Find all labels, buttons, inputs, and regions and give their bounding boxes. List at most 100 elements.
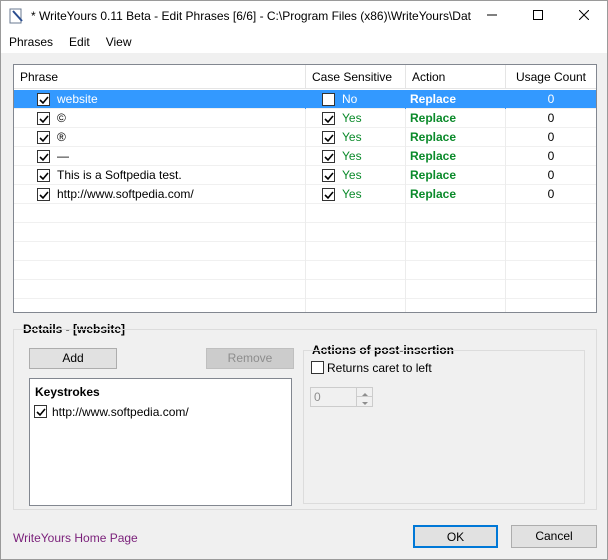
- window-title: * WriteYours 0.11 Beta - Edit Phrases [6…: [31, 9, 471, 23]
- column-header-phrase[interactable]: Phrase: [14, 65, 306, 89]
- caret-spinner[interactable]: 0: [310, 387, 373, 407]
- case-sensitive-text: Yes: [342, 130, 362, 144]
- case-sensitive-cell[interactable]: Yes: [306, 109, 406, 128]
- spinner-value[interactable]: 0: [314, 390, 321, 404]
- empty-cell: [406, 280, 506, 299]
- maximize-button[interactable]: [515, 1, 561, 31]
- usage-count-cell: 0: [547, 111, 555, 125]
- action-cell[interactable]: Replace: [406, 147, 506, 166]
- column-header-usage-count[interactable]: Usage Count: [506, 65, 596, 89]
- case-sensitive-text: Yes: [342, 168, 362, 182]
- case-sensitive-checkbox[interactable]: [322, 150, 335, 163]
- empty-cell: [306, 280, 406, 299]
- phrase-text: ®: [57, 130, 66, 144]
- action-cell[interactable]: Replace: [406, 128, 506, 147]
- case-sensitive-text: Yes: [342, 187, 362, 201]
- empty-cell: [406, 242, 506, 261]
- case-sensitive-checkbox[interactable]: [322, 131, 335, 144]
- phrase-enabled-checkbox[interactable]: [37, 131, 50, 144]
- table-row[interactable]: — Yes Replace 0: [14, 147, 596, 166]
- minimize-button[interactable]: [469, 1, 515, 31]
- keystroke-checkbox[interactable]: [34, 405, 47, 418]
- phrase-enabled-checkbox[interactable]: [37, 112, 50, 125]
- returns-caret-checkbox[interactable]: [311, 361, 324, 374]
- check-icon: [39, 96, 49, 105]
- case-sensitive-text: Yes: [342, 149, 362, 163]
- cancel-button[interactable]: Cancel: [511, 525, 597, 548]
- phrase-enabled-checkbox[interactable]: [37, 188, 50, 201]
- add-button[interactable]: Add: [29, 348, 117, 369]
- keystrokes-title: Keystrokes: [35, 385, 100, 399]
- check-icon: [36, 408, 46, 417]
- case-sensitive-checkbox[interactable]: [322, 188, 335, 201]
- check-icon: [324, 191, 334, 200]
- case-sensitive-checkbox[interactable]: [322, 93, 335, 106]
- case-sensitive-checkbox[interactable]: [322, 169, 335, 182]
- action-cell[interactable]: Replace: [406, 90, 506, 109]
- menu-view[interactable]: View: [98, 35, 140, 49]
- menu-bar: Phrases Edit View: [1, 31, 607, 53]
- chevron-down-icon: [362, 402, 368, 405]
- table-row[interactable]: http://www.softpedia.com/Yes Replace 0: [14, 185, 596, 204]
- title-bar[interactable]: * WriteYours 0.11 Beta - Edit Phrases [6…: [1, 1, 607, 31]
- usage-count-cell: 0: [547, 187, 555, 201]
- empty-row: [14, 261, 596, 280]
- empty-cell: [406, 299, 506, 312]
- phrases-grid[interactable]: Phrase Case Sensitive Action Usage Count…: [13, 64, 597, 313]
- remove-button[interactable]: Remove: [206, 348, 294, 369]
- empty-cell: [14, 280, 306, 299]
- spinner-up-button[interactable]: [356, 388, 372, 397]
- phrase-cell[interactable]: website: [14, 90, 306, 109]
- usage-count-cell: 0: [547, 168, 555, 182]
- phrase-cell[interactable]: —: [14, 147, 306, 166]
- action-cell[interactable]: Replace: [406, 166, 506, 185]
- case-sensitive-cell[interactable]: No: [306, 90, 406, 109]
- phrase-cell[interactable]: http://www.softpedia.com/: [14, 185, 306, 204]
- phrase-enabled-checkbox[interactable]: [37, 150, 50, 163]
- spinner-down-button[interactable]: [356, 397, 372, 406]
- ok-button[interactable]: OK: [413, 525, 498, 548]
- usage-count-cell: 0: [547, 92, 555, 106]
- empty-cell: [406, 223, 506, 242]
- app-icon: [9, 8, 25, 24]
- empty-cell: [14, 204, 306, 223]
- table-row[interactable]: website No Replace 0: [14, 90, 596, 109]
- case-sensitive-cell[interactable]: Yes: [306, 185, 406, 204]
- keystroke-item[interactable]: http://www.softpedia.com/: [52, 405, 189, 419]
- home-page-link[interactable]: WriteYours Home Page: [13, 531, 138, 545]
- table-row[interactable]: ® Yes Replace 0: [14, 128, 596, 147]
- empty-cell: [14, 223, 306, 242]
- phrase-text: website: [57, 92, 98, 106]
- close-button[interactable]: [561, 1, 607, 31]
- phrase-cell[interactable]: ®: [14, 128, 306, 147]
- action-cell[interactable]: Replace: [406, 109, 506, 128]
- empty-row: [14, 204, 596, 223]
- column-header-action[interactable]: Action: [406, 65, 506, 89]
- empty-cell: [406, 204, 506, 223]
- case-sensitive-cell[interactable]: Yes: [306, 166, 406, 185]
- check-icon: [39, 134, 49, 143]
- case-sensitive-text: Yes: [342, 111, 362, 125]
- check-icon: [324, 134, 334, 143]
- minimize-icon: [487, 9, 497, 23]
- case-sensitive-checkbox[interactable]: [322, 112, 335, 125]
- case-sensitive-cell[interactable]: Yes: [306, 147, 406, 166]
- menu-edit[interactable]: Edit: [61, 35, 98, 49]
- case-sensitive-cell[interactable]: Yes: [306, 128, 406, 147]
- phrase-cell[interactable]: ©: [14, 109, 306, 128]
- maximize-icon: [533, 9, 543, 23]
- empty-cell: [14, 299, 306, 312]
- usage-count-cell: 0: [547, 149, 555, 163]
- keystrokes-list[interactable]: Keystrokes http://www.softpedia.com/: [29, 378, 292, 506]
- table-row[interactable]: © Yes Replace 0: [14, 109, 596, 128]
- phrase-text: ©: [57, 111, 66, 125]
- action-cell[interactable]: Replace: [406, 185, 506, 204]
- empty-cell: [306, 223, 406, 242]
- phrase-enabled-checkbox[interactable]: [37, 93, 50, 106]
- empty-cell: [406, 261, 506, 280]
- column-header-case-sensitive[interactable]: Case Sensitive: [306, 65, 406, 89]
- phrase-enabled-checkbox[interactable]: [37, 169, 50, 182]
- table-row[interactable]: This is a Softpedia test. Yes Replace 0: [14, 166, 596, 185]
- menu-phrases[interactable]: Phrases: [1, 35, 61, 49]
- phrase-cell[interactable]: This is a Softpedia test.: [14, 166, 306, 185]
